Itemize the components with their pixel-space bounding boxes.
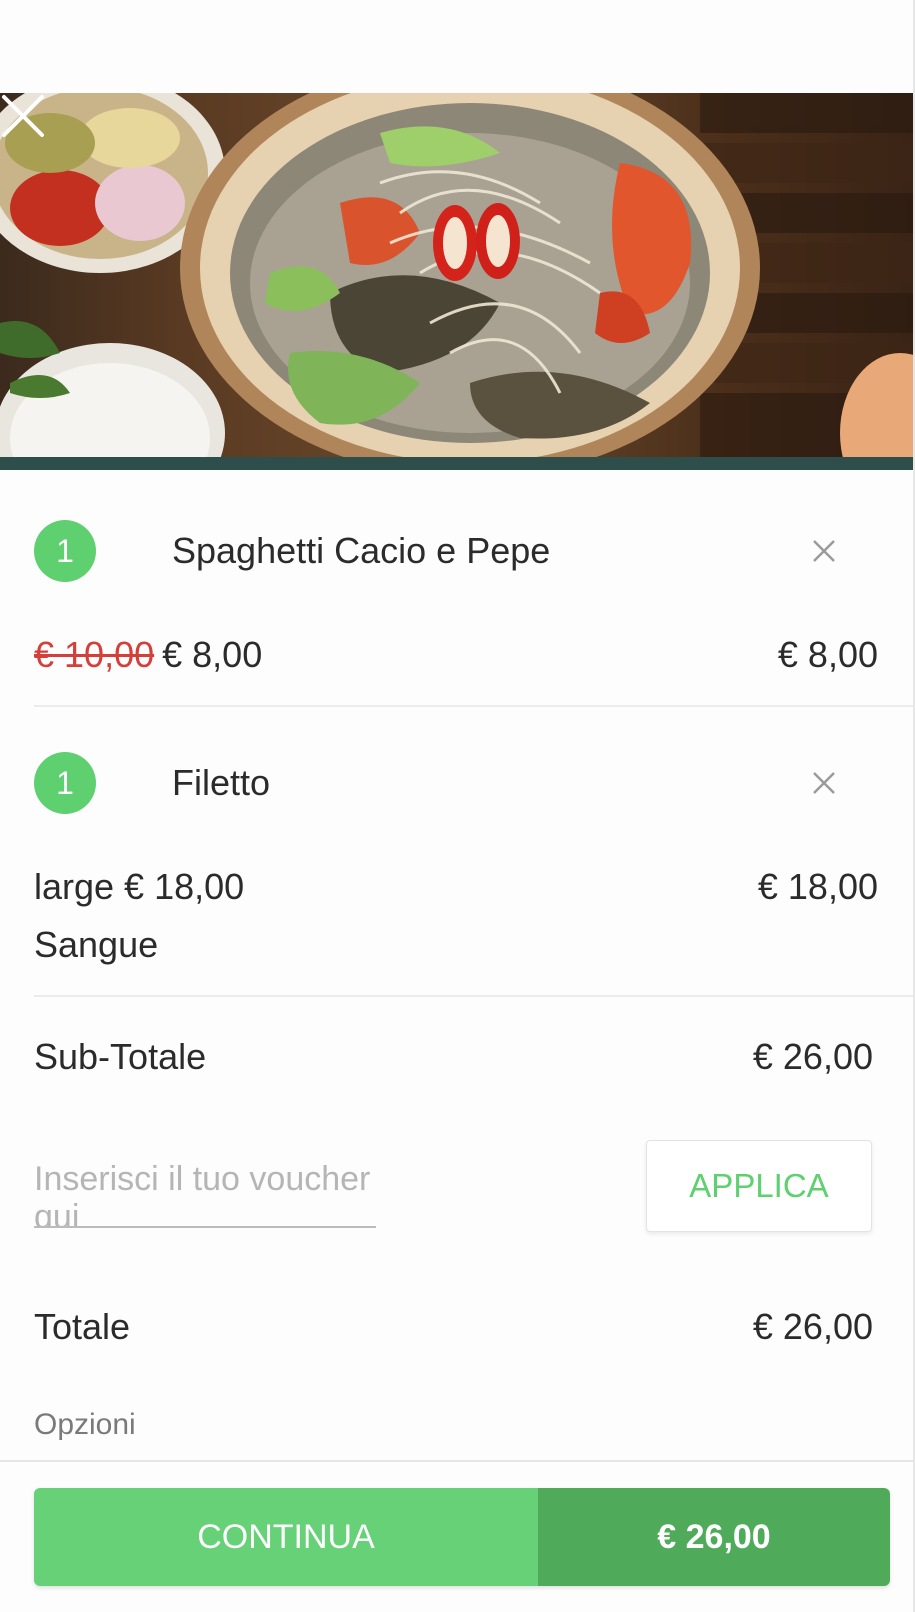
item-name: Filetto (172, 762, 271, 803)
continue-label[interactable]: CONTINUA (34, 1488, 538, 1586)
checkout-total[interactable]: € 26,00 (538, 1488, 890, 1586)
food-illustration (0, 93, 913, 457)
item-line-total: € 8,00 (777, 634, 878, 675)
dish-hero-image (0, 93, 913, 457)
item-line-total: € 18,00 (757, 866, 878, 907)
quantity-badge[interactable]: 1 (34, 520, 96, 582)
old-price: € 10,00 (34, 634, 155, 675)
remove-item-icon[interactable] (808, 767, 840, 799)
item-name: Spaghetti Cacio e Pepe (172, 530, 551, 571)
remove-item-icon[interactable] (808, 535, 840, 567)
divider (34, 705, 913, 707)
order-summary-screen: 1 Spaghetti Cacio e Pepe € 10,00 € 8,00 €… (0, 0, 915, 1612)
quantity-badge[interactable]: 1 (34, 752, 96, 814)
apply-voucher-button[interactable]: APPLICA (646, 1140, 872, 1232)
voucher-input[interactable] (34, 1160, 376, 1228)
close-icon[interactable] (0, 93, 46, 139)
continue-button[interactable]: CONTINUA € 26,00 (34, 1488, 890, 1586)
item-variant-price: large € 18,00 (34, 866, 245, 907)
subtotal-label: Sub-Totale (34, 1036, 207, 1077)
options-link[interactable]: Opzioni (34, 1408, 136, 1442)
hero-bottom-strip (0, 457, 913, 470)
divider (34, 995, 913, 997)
total-value: € 26,00 (752, 1306, 873, 1347)
footer-divider (0, 1460, 913, 1462)
subtotal-value: € 26,00 (752, 1036, 873, 1077)
item-price-line: € 10,00 € 8,00 (34, 634, 262, 676)
current-price: € 8,00 (162, 634, 263, 675)
total-label: Totale (34, 1306, 131, 1347)
item-option: Sangue (34, 924, 159, 965)
